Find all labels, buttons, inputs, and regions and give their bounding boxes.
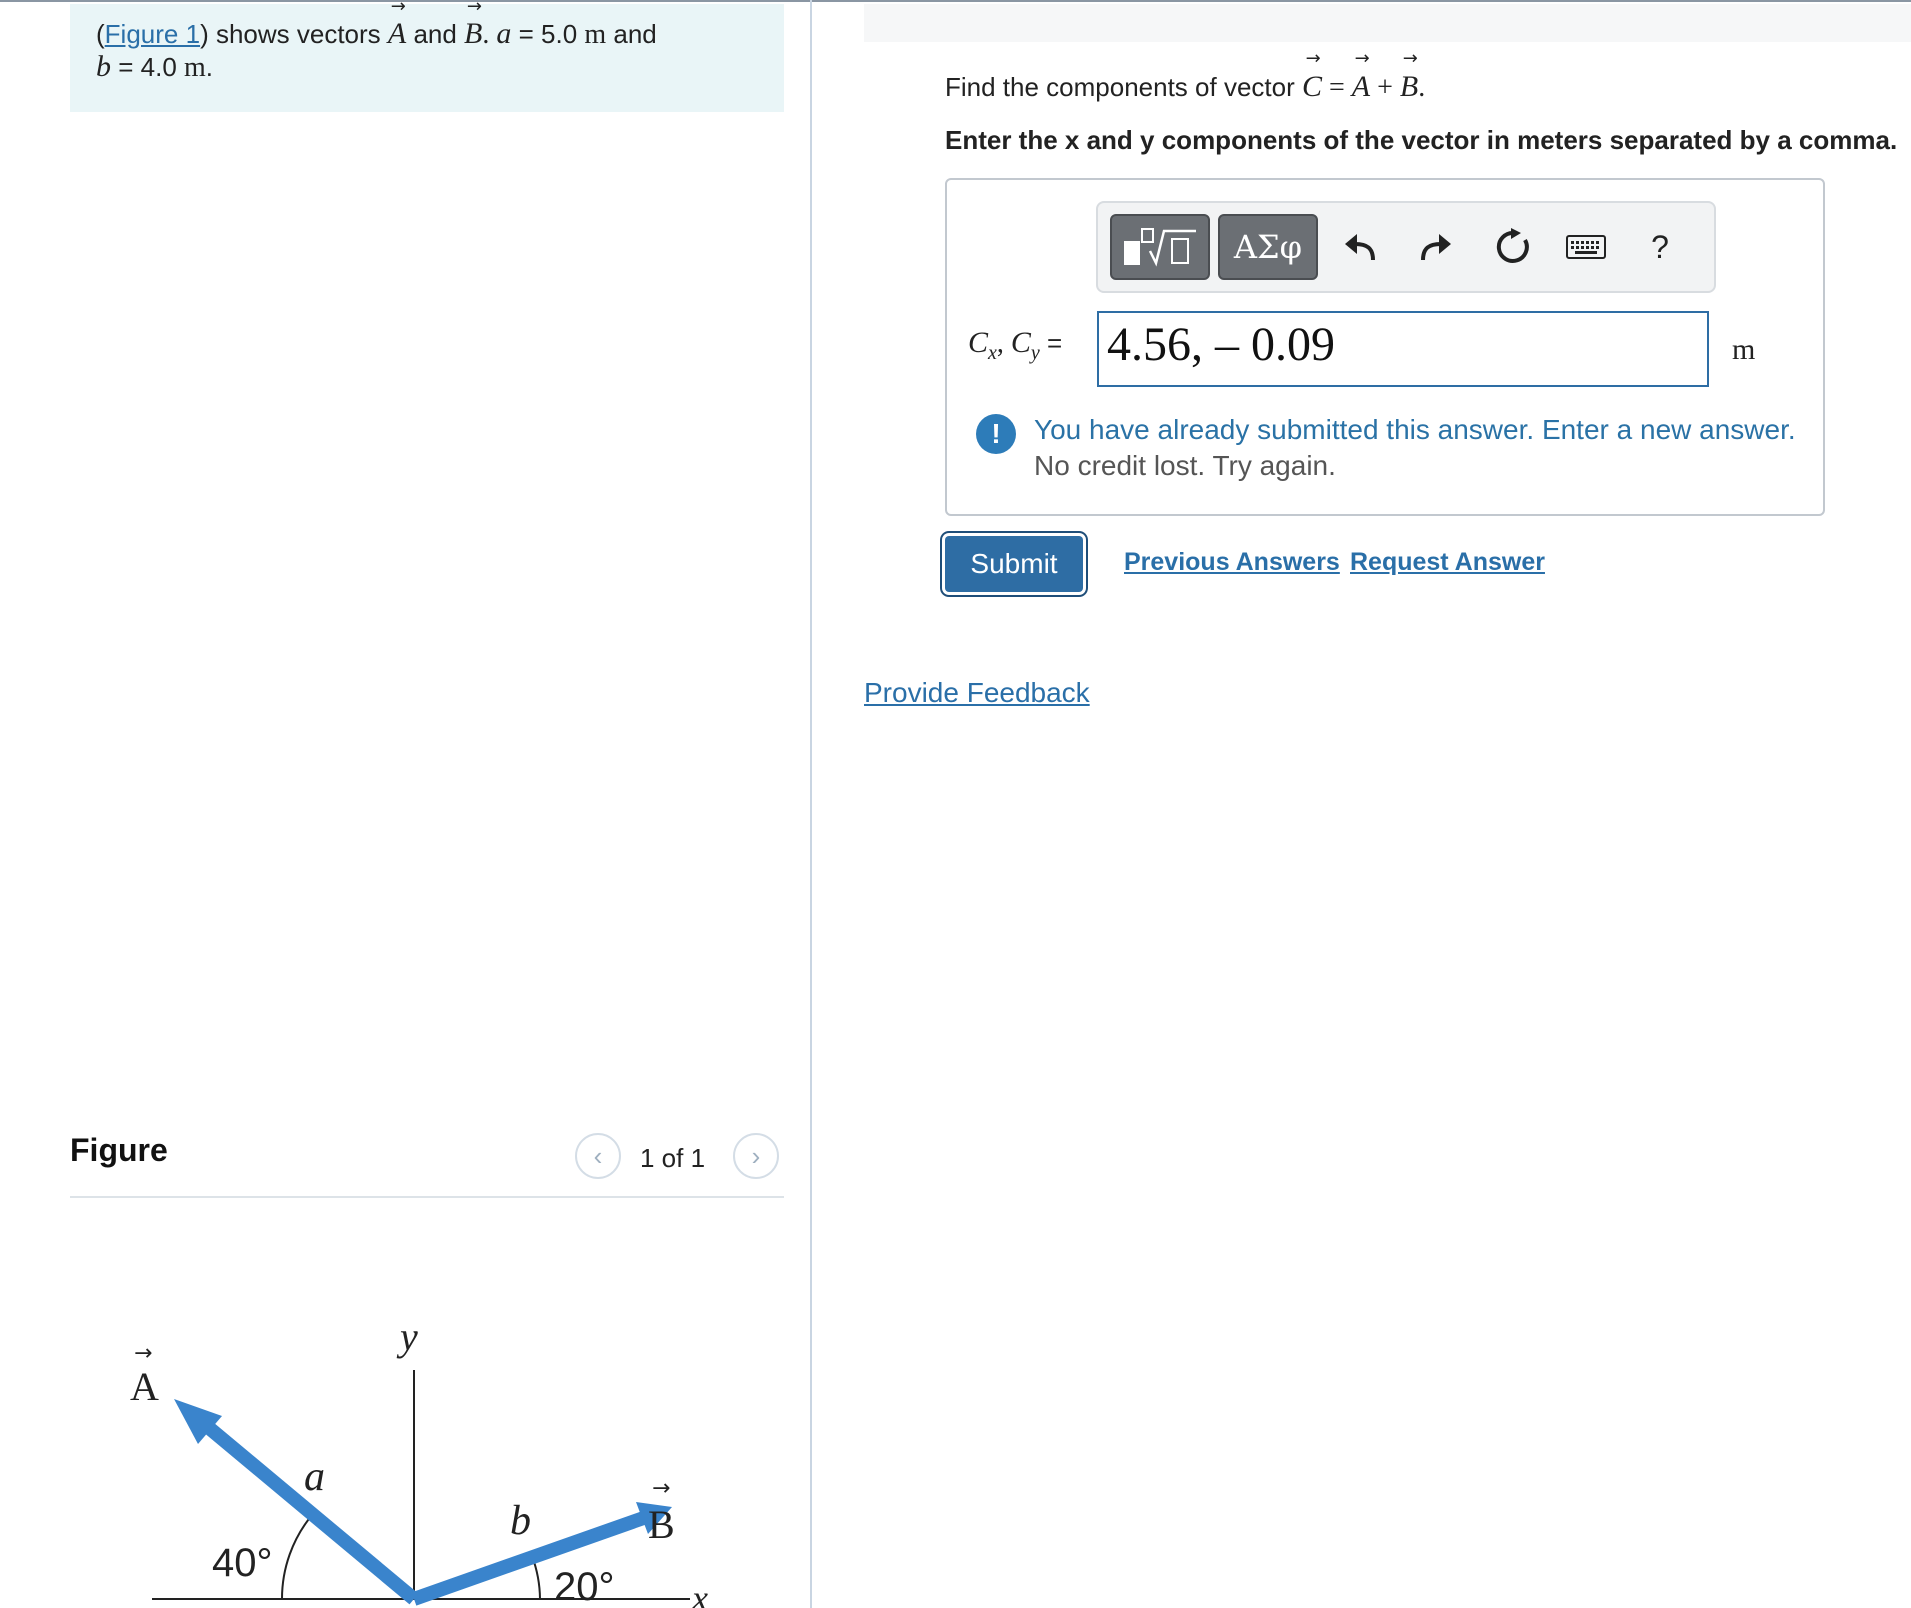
intro-paren: ( xyxy=(96,19,105,49)
alert-message: You have already submitted this answer. … xyxy=(1034,414,1796,445)
math-toolbar: ΑΣφ ? xyxy=(1096,201,1716,293)
label-sub-y: y xyxy=(1030,342,1040,364)
request-answer-link[interactable]: Request Answer xyxy=(1350,548,1545,577)
templates-icon xyxy=(1124,228,1196,267)
chevron-left-icon: ‹ xyxy=(593,1140,603,1171)
b-value: = 4.0 xyxy=(111,52,184,82)
label-vector-b: B xyxy=(648,1502,675,1547)
question-vector-a: A xyxy=(1352,70,1370,104)
vector-c-symbol: C xyxy=(1302,70,1322,104)
redo-button[interactable] xyxy=(1414,225,1458,269)
undo-button[interactable] xyxy=(1338,225,1382,269)
vector-b-symbol: B xyxy=(464,18,482,50)
chevron-right-icon: › xyxy=(751,1140,761,1171)
label-c-x: C xyxy=(968,326,989,359)
intro-dot: . xyxy=(482,19,497,50)
question-text: Find the components of vector C = A + B. xyxy=(945,70,1425,104)
question-plus: + xyxy=(1370,72,1400,103)
label-angle-b: 20° xyxy=(554,1565,615,1608)
provide-feedback-link[interactable]: Provide Feedback xyxy=(864,677,1090,709)
answer-label: Cx, Cy = xyxy=(968,326,1062,365)
label-sep: , xyxy=(996,328,1011,359)
part-header-bar xyxy=(864,4,1911,42)
vector-b-arrow-mark: → xyxy=(652,1476,670,1501)
redo-icon xyxy=(1421,234,1451,261)
figure-next-button[interactable]: › xyxy=(733,1133,779,1179)
submit-button[interactable]: Submit xyxy=(945,536,1083,592)
answer-unit: m xyxy=(1732,333,1756,366)
question-equals: = xyxy=(1321,72,1352,103)
label-equals: = xyxy=(1039,328,1063,358)
panel-divider xyxy=(810,0,812,1608)
help-button[interactable]: ? xyxy=(1638,225,1682,269)
vector-a-arrow-mark: → xyxy=(134,1341,152,1366)
figure-link[interactable]: Figure 1 xyxy=(105,19,200,49)
question-end: . xyxy=(1418,72,1426,103)
instruction-text: Enter the x and y components of the vect… xyxy=(945,125,1898,155)
intro-text: ) shows vectors xyxy=(200,19,388,49)
b-unit: m xyxy=(184,52,206,83)
alert-subtext: No credit lost. Try again. xyxy=(1034,450,1336,481)
question-prefix: Find the components of vector xyxy=(945,72,1302,102)
label-x-axis: x xyxy=(691,1578,708,1608)
label-c-y: C xyxy=(1010,326,1031,359)
vector-figure: A → B → y x a b 40° 20° xyxy=(130,1314,708,1608)
a-symbol: a xyxy=(496,17,512,50)
greek-symbols-button[interactable]: ΑΣφ xyxy=(1218,214,1318,280)
reset-button[interactable] xyxy=(1492,225,1536,269)
intro-and: and xyxy=(406,19,465,49)
figure-title: Figure xyxy=(70,1132,168,1168)
alert-icon: ! xyxy=(976,414,1016,454)
a-value: = 5.0 xyxy=(511,19,585,49)
keyboard-icon xyxy=(1566,235,1606,259)
problem-intro: (Figure 1) shows vectors A and B. a = 5.… xyxy=(70,4,784,112)
label-a: a xyxy=(304,1454,325,1500)
label-angle-a: 40° xyxy=(212,1541,273,1585)
figure-divider xyxy=(70,1196,784,1198)
label-b: b xyxy=(510,1498,531,1544)
previous-answers-link[interactable]: Previous Answers xyxy=(1124,548,1340,577)
vector-a-symbol: A xyxy=(388,18,406,50)
question-vector-b: B xyxy=(1400,70,1418,104)
top-border xyxy=(0,0,1911,2)
undo-icon xyxy=(1345,234,1375,261)
label-vector-a: A xyxy=(130,1364,159,1409)
angle-arc-a xyxy=(280,1514,313,1600)
vector-b-arrow xyxy=(411,1508,655,1606)
label-y-axis: y xyxy=(396,1314,418,1359)
label-sub-x: x xyxy=(988,342,997,364)
figure-counter: 1 of 1 xyxy=(640,1143,706,1173)
keyboard-button[interactable] xyxy=(1564,225,1608,269)
templates-button[interactable] xyxy=(1110,214,1210,280)
figure-prev-button[interactable]: ‹ xyxy=(575,1133,621,1179)
intro-and-2: and xyxy=(606,19,657,49)
b-symbol: b xyxy=(96,50,111,83)
a-unit: m xyxy=(584,19,607,50)
intro-end: . xyxy=(205,52,214,82)
answer-input[interactable]: 4.56, – 0.09 xyxy=(1097,311,1709,387)
reset-icon xyxy=(1496,228,1529,263)
